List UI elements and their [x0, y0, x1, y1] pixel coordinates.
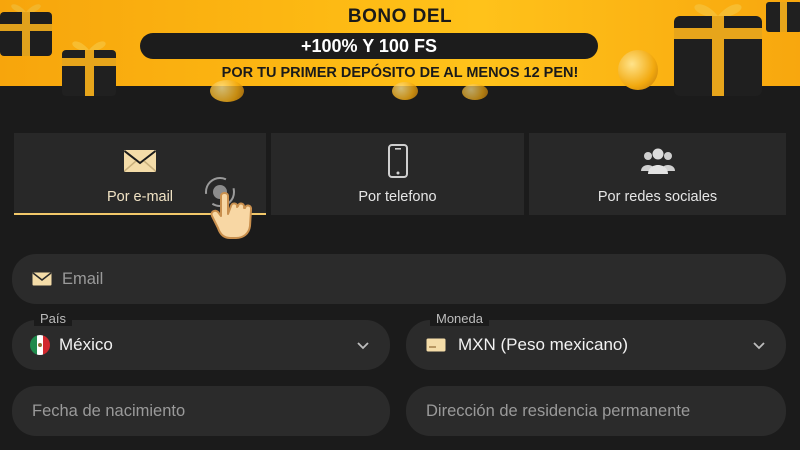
currency-label: Moneda — [430, 312, 489, 326]
envelope-icon — [123, 150, 157, 172]
residence-field[interactable]: Dirección de residencia permanente — [406, 386, 786, 436]
currency-select[interactable]: Moneda MXN (Peso mexicano) — [406, 312, 786, 370]
phone-icon — [387, 144, 408, 178]
gift-box-icon — [62, 41, 116, 96]
banknote-icon — [426, 338, 446, 352]
chevron-down-icon — [357, 342, 369, 350]
chevron-down-icon — [753, 342, 765, 350]
coin-icon — [392, 82, 418, 100]
email-placeholder: Email — [62, 269, 104, 288]
banner-highlight: +100% Y 100 FS — [140, 33, 598, 59]
tab-phone-label: Por telefono — [358, 189, 437, 205]
tab-email-label: Por e-mail — [106, 189, 174, 205]
banner-subtitle: POR TU PRIMER DEPÓSITO DE AL MENOS 12 PE… — [221, 65, 579, 81]
birthdate-placeholder: Fecha de nacimiento — [32, 401, 186, 420]
country-value: México — [59, 335, 113, 354]
birthdate-field[interactable]: Fecha de nacimiento — [12, 386, 390, 436]
coin-icon — [210, 80, 244, 102]
country-label: País — [34, 312, 73, 326]
mexico-flag-icon — [30, 335, 50, 355]
registration-method-tabs: Por e-mail Por telefono Por redes social… — [14, 133, 786, 215]
envelope-icon — [32, 272, 52, 286]
coin-icon — [462, 84, 488, 100]
tab-phone[interactable]: Por telefono — [271, 133, 524, 215]
tap-hand-icon — [205, 177, 253, 239]
promo-banner[interactable]: BONO DEL +100% Y 100 FS POR TU PRIMER DE… — [0, 0, 800, 102]
banner-title: BONO DEL — [347, 6, 453, 27]
tab-social-label: Por redes sociales — [597, 189, 718, 205]
currency-value: MXN (Peso mexicano) — [458, 335, 629, 354]
email-field[interactable]: Email — [12, 254, 786, 304]
tab-social[interactable]: Por redes sociales — [529, 133, 786, 215]
residence-placeholder: Dirección de residencia permanente — [426, 401, 691, 420]
country-select[interactable]: País México — [12, 312, 390, 370]
users-icon — [640, 148, 675, 174]
